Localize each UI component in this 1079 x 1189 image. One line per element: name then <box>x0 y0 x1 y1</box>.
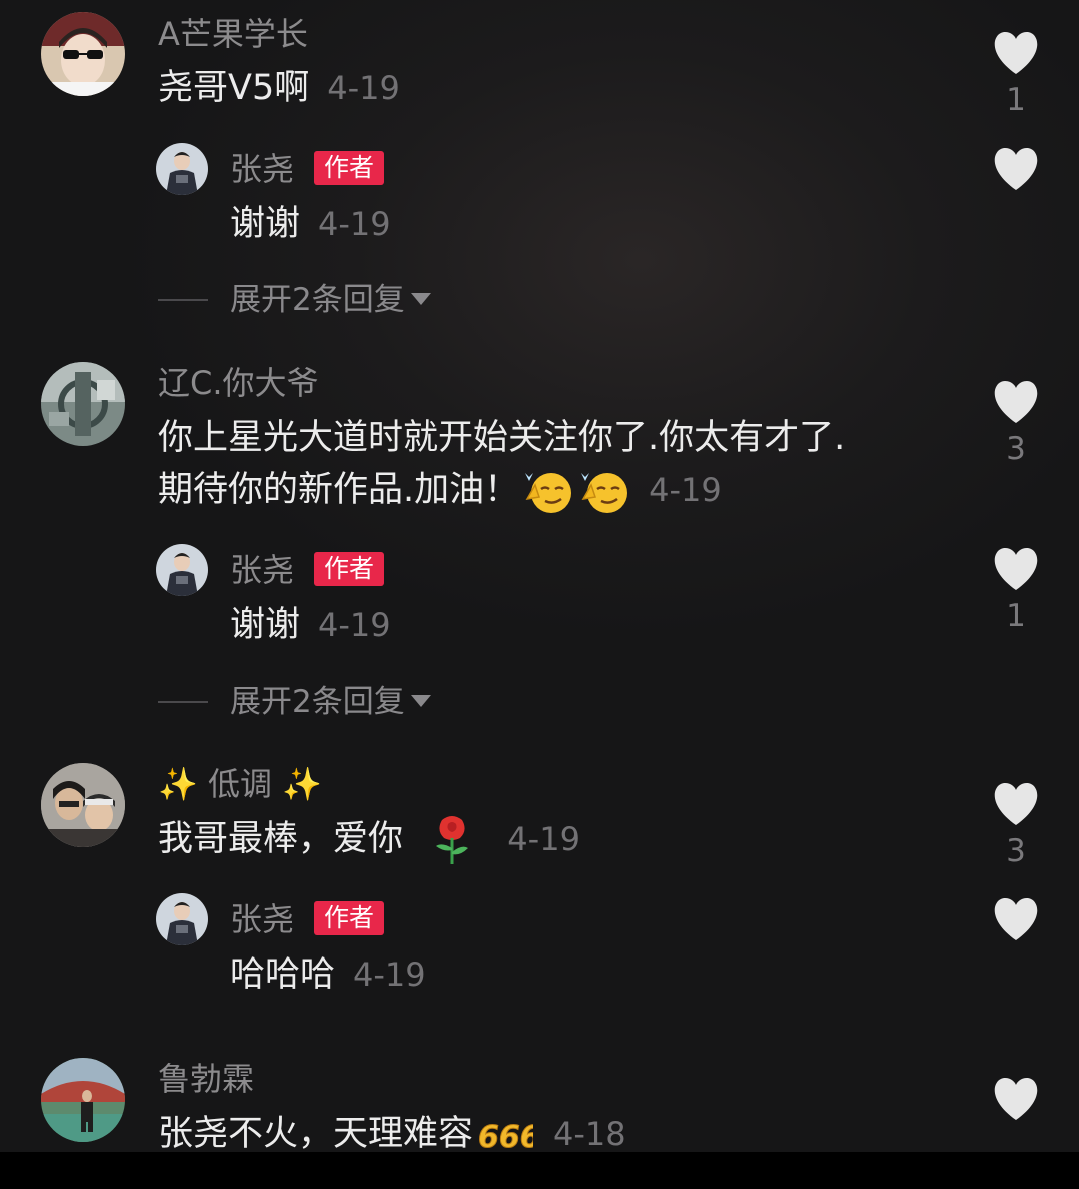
comment-body-line2: 期待你的新作品.加油！ <box>158 470 520 510</box>
author-badge: 作者 <box>314 901 385 935</box>
avatar[interactable] <box>156 893 208 945</box>
comment-date: 4-19 <box>327 69 400 107</box>
like-button[interactable]: 3 <box>986 781 1046 869</box>
rose-emoji <box>436 816 469 864</box>
666-emoji: 666 <box>478 1120 534 1156</box>
sparkles-emoji: ✨ <box>282 765 323 803</box>
comment-username-text: 低调 <box>208 765 273 803</box>
comment-text: 尧哥V5啊 4-19 <box>158 62 400 114</box>
bottom-bar <box>0 1152 1079 1189</box>
sparkles-emoji: ✨ <box>158 765 198 803</box>
reply-body: 谢谢 <box>230 605 301 645</box>
like-button[interactable]: 1 <box>986 30 1046 118</box>
reply-text: 哈哈哈 4-19 <box>230 949 426 1001</box>
reply-date: 4-19 <box>318 205 391 243</box>
reply-username[interactable]: 张尧 <box>230 899 294 939</box>
heart-icon <box>994 1078 1038 1120</box>
comment-username[interactable]: ✨ 低调 ✨ <box>158 764 322 804</box>
comment-date: 4-19 <box>507 820 580 858</box>
comment-body: 我哥最棒，爱你 <box>158 819 404 859</box>
comment-username[interactable]: A芒果学长 <box>158 14 308 54</box>
heart-icon <box>994 381 1038 423</box>
expand-replies-label: 展开2条回复 <box>230 684 405 720</box>
reply-text: 谢谢 4-19 <box>230 599 391 651</box>
heart-icon <box>994 898 1038 940</box>
like-button[interactable]: 3 <box>986 379 1046 467</box>
comment-body-line1: 你上星光大道时就开始关注你了.你太有才了. <box>158 418 846 458</box>
like-count: 1 <box>1006 598 1026 634</box>
comment-text: 我哥最棒，爱你 4-19 <box>158 813 580 866</box>
smirking-face-emoji <box>525 473 572 513</box>
avatar[interactable] <box>41 763 125 847</box>
reply-text: 谢谢 4-19 <box>230 198 391 250</box>
comment-date: 4-18 <box>553 1115 626 1153</box>
reply-body: 谢谢 <box>230 204 301 244</box>
expand-replies-label: 展开2条回复 <box>230 282 405 318</box>
comments-panel: A芒果学长 尧哥V5啊 4-19 1 张尧 作者 谢谢 4-19 展开2条回复 <box>0 0 1079 1189</box>
comment-date: 4-19 <box>649 471 722 509</box>
reply-date: 4-19 <box>318 606 391 644</box>
reply-body: 哈哈哈 <box>230 955 336 995</box>
avatar[interactable] <box>41 12 125 96</box>
like-button[interactable] <box>986 1076 1046 1122</box>
comment-text: 期待你的新作品.加油！ 4-19 <box>158 464 722 516</box>
comment-body: 尧哥V5啊 <box>158 68 310 108</box>
divider <box>158 299 208 301</box>
caret-down-icon <box>410 694 431 707</box>
heart-icon <box>994 548 1038 590</box>
heart-icon <box>994 783 1038 825</box>
comment-text: 你上星光大道时就开始关注你了.你太有才了. <box>158 412 845 464</box>
avatar[interactable] <box>156 143 208 195</box>
reply-username[interactable]: 张尧 <box>230 149 294 189</box>
comment-username[interactable]: 辽C.你大爷 <box>158 363 319 403</box>
expand-replies-button[interactable]: 展开2条回复 <box>230 682 431 722</box>
like-button[interactable]: 1 <box>986 546 1046 634</box>
divider <box>158 701 208 703</box>
avatar[interactable] <box>156 544 208 596</box>
like-button[interactable] <box>986 896 1046 942</box>
reply-date: 4-19 <box>353 956 426 994</box>
author-badge: 作者 <box>314 151 385 185</box>
comment-username[interactable]: 鲁勃霖 <box>158 1059 254 1099</box>
svg-text:666: 666 <box>478 1120 533 1155</box>
heart-icon <box>994 32 1038 74</box>
comment-body: 张尧不火，天理难容 <box>158 1114 474 1154</box>
like-count: 3 <box>1006 431 1026 467</box>
like-count: 1 <box>1006 82 1026 118</box>
like-count: 3 <box>1006 833 1026 869</box>
avatar[interactable] <box>41 362 125 446</box>
smirking-face-emoji <box>581 473 628 513</box>
avatar[interactable] <box>41 1058 125 1142</box>
author-badge: 作者 <box>314 552 385 586</box>
like-button[interactable] <box>986 146 1046 192</box>
expand-replies-button[interactable]: 展开2条回复 <box>230 280 431 320</box>
caret-down-icon <box>410 292 431 305</box>
heart-icon <box>994 148 1038 190</box>
reply-username[interactable]: 张尧 <box>230 550 294 590</box>
